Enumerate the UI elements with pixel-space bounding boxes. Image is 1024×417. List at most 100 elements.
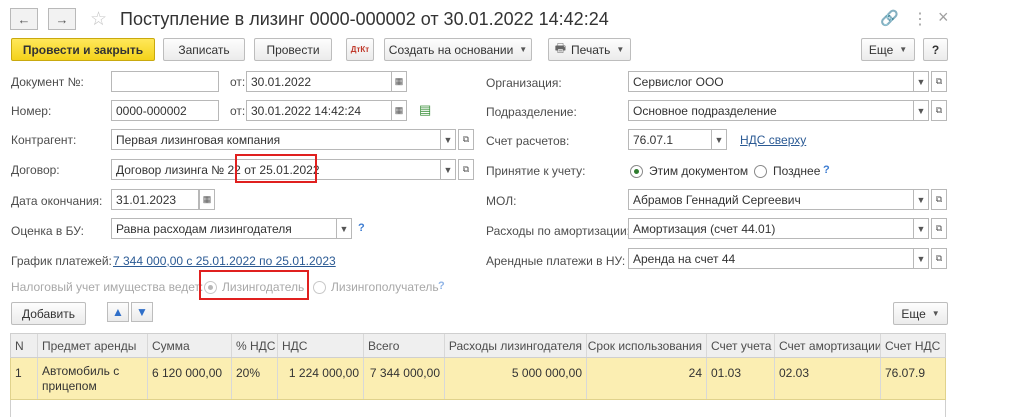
help-icon[interactable]: ? (823, 164, 830, 176)
amortization-label: Расходы по амортизации: (486, 224, 631, 238)
bu-select[interactable]: Равна расходам лизингодателя (111, 218, 337, 239)
open-form-icon[interactable]: ⧉ (931, 100, 947, 121)
department-label: Подразделение: (486, 105, 577, 119)
dropdown-arrow-icon[interactable]: ▼ (440, 159, 456, 180)
arrow-up-icon: ▲ (112, 305, 124, 319)
open-form-icon[interactable]: ⧉ (458, 159, 474, 180)
save-button[interactable]: Записать (163, 38, 245, 61)
open-form-icon[interactable]: ⧉ (931, 189, 947, 210)
schedule-label: График платежей: (11, 254, 112, 268)
column-header[interactable]: Всего (364, 334, 445, 357)
column-header[interactable]: Счет учета (707, 334, 775, 357)
highlight-box (235, 154, 317, 183)
dropdown-arrow-icon[interactable]: ▼ (711, 129, 727, 150)
more-button[interactable]: Еще ▼ (861, 38, 915, 61)
highlight-box (199, 270, 309, 300)
accept-label: Принятие к учету: (486, 164, 586, 178)
calendar-icon[interactable]: ▦ (199, 189, 215, 210)
print-label: Печать (571, 42, 611, 57)
column-header[interactable]: НДС (278, 334, 364, 357)
move-up-button[interactable]: ▲ (107, 302, 129, 322)
create-based-on-label: Создать на основании (388, 42, 514, 57)
table-cell: 20% (232, 358, 278, 399)
accept-option-this-document[interactable]: Этим документом (630, 164, 748, 178)
page-title: Поступление в лизинг 0000-000002 от 30.0… (120, 9, 609, 29)
open-form-icon[interactable]: ⧉ (931, 248, 947, 269)
bu-label: Оценка в БУ: (11, 224, 84, 238)
open-form-icon[interactable]: ⧉ (458, 129, 474, 150)
dropdown-arrow-icon[interactable]: ▼ (913, 248, 929, 269)
column-header[interactable]: Расходы лизингодателя (445, 334, 587, 357)
add-row-button[interactable]: Добавить (11, 302, 86, 325)
rent-payments-label: Арендные платежи в НУ: (486, 254, 626, 268)
dropdown-arrow-icon[interactable]: ▼ (913, 218, 929, 239)
close-icon[interactable]: × (938, 7, 949, 28)
doc-date-input[interactable]: 30.01.2022 (246, 71, 392, 92)
column-header[interactable]: % НДС (232, 334, 278, 357)
rent-payments-input[interactable]: Аренда на счет 44 (628, 248, 914, 269)
calendar-icon[interactable]: ▦ (391, 71, 407, 92)
create-based-on-button[interactable]: Создать на основании ▼ (384, 38, 532, 61)
end-date-input[interactable]: 31.01.2023 (111, 189, 199, 210)
dropdown-arrow-icon[interactable]: ▼ (913, 100, 929, 121)
column-header[interactable]: Счет амортизации (775, 334, 881, 357)
arrow-right-icon: → (55, 11, 69, 27)
more-vertical-icon[interactable]: ⋮ (912, 9, 928, 29)
dropdown-arrow-icon: ▼ (616, 45, 625, 54)
settlement-account-input[interactable]: 76.07.1 (628, 129, 712, 150)
column-header[interactable]: N (11, 334, 38, 357)
dropdown-arrow-icon[interactable]: ▼ (440, 129, 456, 150)
table-more-button[interactable]: Еще ▼ (893, 302, 948, 325)
arrow-left-icon: ← (17, 11, 31, 27)
dtkt-icon: ДтКт (350, 45, 370, 54)
tax-option-lessee[interactable]: Лизингополучатель (313, 280, 439, 294)
dropdown-arrow-icon[interactable]: ▼ (913, 71, 929, 92)
table-cell: 76.07.9 (885, 366, 926, 380)
organization-input[interactable]: Сервислог ООО (628, 71, 914, 92)
move-down-button[interactable]: ▼ (131, 302, 153, 322)
open-form-icon[interactable]: ⧉ (931, 71, 947, 92)
column-header[interactable]: Счет НДС (881, 334, 945, 357)
dtkt-button[interactable]: ДтКт (346, 38, 374, 61)
number-date-input[interactable]: 30.01.2022 14:42:24 (246, 100, 392, 121)
help-icon[interactable]: ? (438, 280, 445, 292)
document-status-icon[interactable]: ▤ (419, 102, 431, 118)
schedule-link[interactable]: 7 344 000,00 с 25.01.2022 по 25.01.2023 (113, 254, 336, 268)
post-and-close-button[interactable]: Провести и закрыть (11, 38, 155, 61)
column-header[interactable]: Сумма (148, 334, 232, 357)
table-cell: Автомобиль с прицепом (38, 358, 148, 399)
calendar-icon[interactable]: ▦ (391, 100, 407, 121)
mol-label: МОЛ: (486, 194, 517, 208)
mol-input[interactable]: Абрамов Геннадий Сергеевич (628, 189, 914, 210)
table-cell: 6 120 000,00 (148, 358, 232, 399)
star-icon[interactable]: ☆ (90, 8, 107, 31)
dropdown-arrow-icon[interactable]: ▼ (913, 189, 929, 210)
table-more-label: Еще (901, 306, 926, 321)
more-label: Еще (868, 42, 894, 57)
radio-icon (630, 164, 643, 178)
table-empty-area[interactable] (10, 400, 946, 417)
column-header[interactable]: Срок использования (587, 334, 707, 357)
vat-on-top-link[interactable]: НДС сверху (740, 133, 806, 147)
contractor-input[interactable]: Первая лизинговая компания (111, 129, 441, 150)
department-input[interactable]: Основное подразделение (628, 100, 914, 121)
print-button[interactable]: 🖶 Печать ▼ (548, 38, 631, 61)
dropdown-arrow-icon[interactable]: ▼ (336, 218, 352, 239)
back-button[interactable]: ← (10, 8, 38, 30)
table-row[interactable]: 1 Автомобиль с прицепом 6 120 000,00 20%… (10, 358, 946, 400)
doc-number-input[interactable] (111, 71, 219, 92)
open-form-icon[interactable]: ⧉ (931, 218, 947, 239)
help-button[interactable]: ? (923, 38, 948, 61)
end-date-label: Дата окончания: (11, 194, 103, 208)
organization-label: Организация: (486, 76, 562, 90)
accept-option-later[interactable]: Позднее (754, 164, 820, 178)
link-icon[interactable]: 🔗 (880, 9, 899, 27)
forward-button[interactable]: → (48, 8, 76, 30)
number-input[interactable]: 0000-000002 (111, 100, 219, 121)
column-header[interactable]: Предмет аренды (38, 334, 148, 357)
amortization-input[interactable]: Амортизация (счет 44.01) (628, 218, 914, 239)
contract-label: Договор: (11, 163, 60, 177)
post-button[interactable]: Провести (254, 38, 332, 61)
table-cell: 02.03 (775, 358, 881, 399)
help-icon[interactable]: ? (358, 222, 365, 234)
